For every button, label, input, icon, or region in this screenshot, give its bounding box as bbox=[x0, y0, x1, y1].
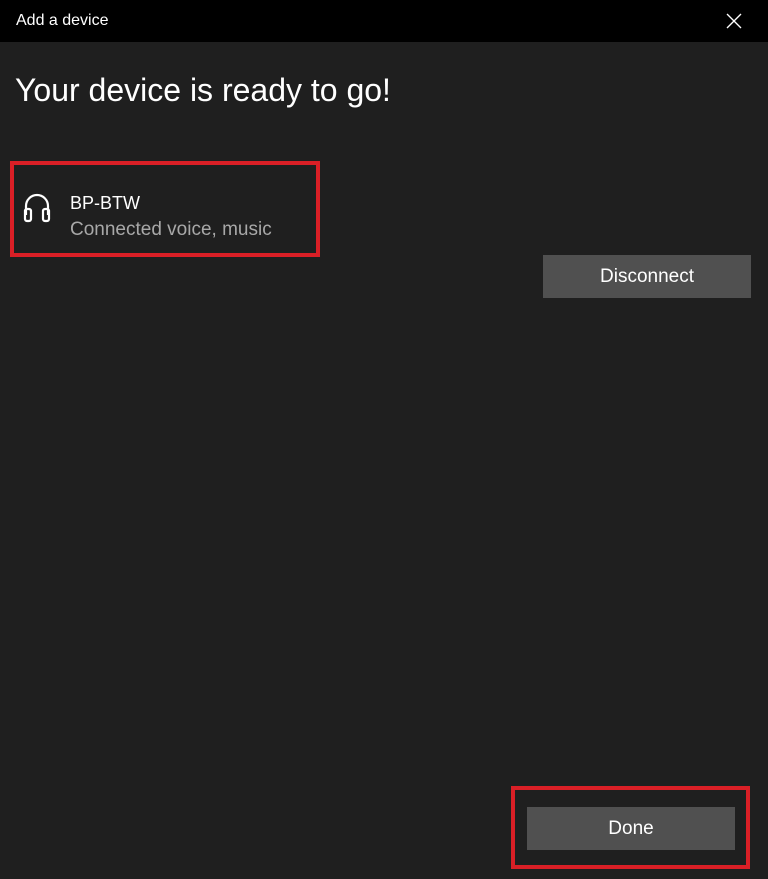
close-icon bbox=[726, 13, 742, 29]
title-bar: Add a device bbox=[0, 0, 768, 42]
page-heading: Your device is ready to go! bbox=[15, 72, 391, 108]
disconnect-button[interactable]: Disconnect bbox=[543, 255, 751, 298]
device-status: Connected voice, music bbox=[70, 219, 272, 240]
window-title: Add a device bbox=[16, 12, 109, 29]
device-name: BP-BTW bbox=[70, 193, 140, 213]
device-item[interactable]: BP-BTW Connected voice, music bbox=[10, 161, 320, 257]
close-button[interactable] bbox=[700, 0, 768, 42]
headphones-icon bbox=[23, 193, 51, 223]
done-button[interactable]: Done bbox=[527, 807, 735, 850]
